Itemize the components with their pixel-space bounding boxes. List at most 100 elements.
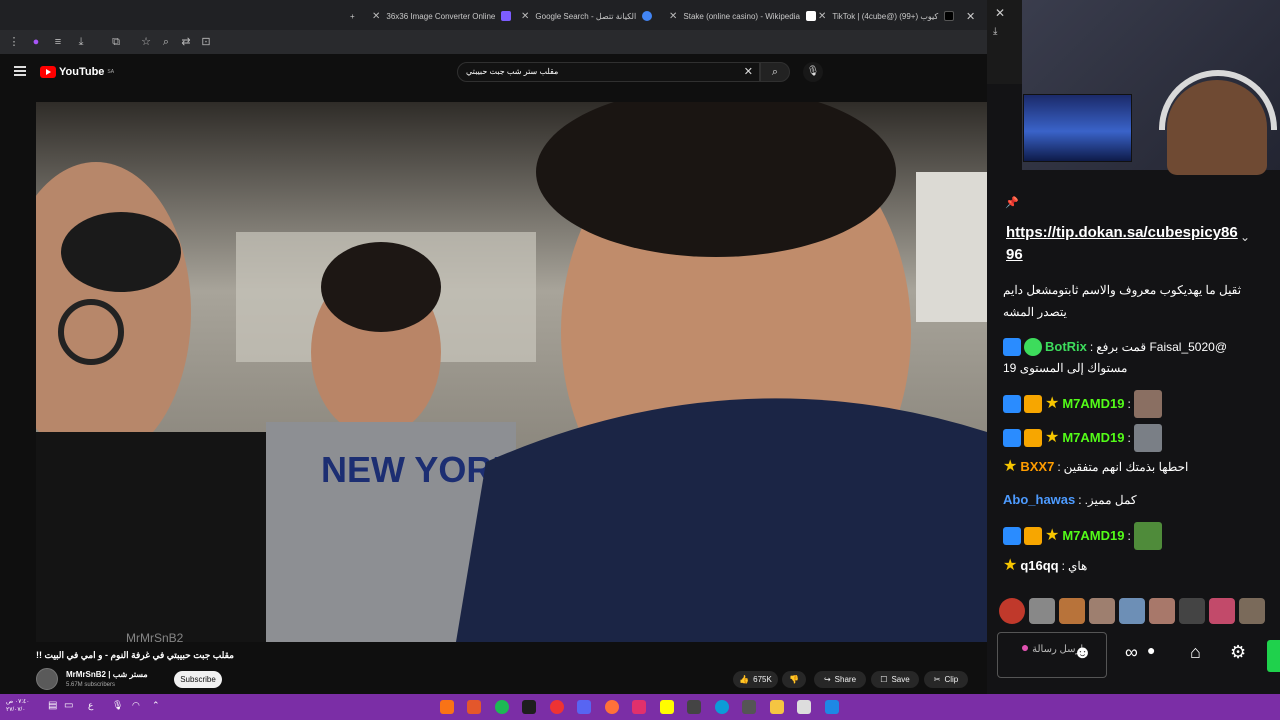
tab-image-converter[interactable]: ✕ 36x36 Image Converter Online bbox=[372, 8, 512, 24]
extension-icon[interactable]: ● bbox=[28, 34, 44, 50]
download-icon[interactable]: ⤓ bbox=[993, 26, 997, 37]
favicon-icon bbox=[501, 11, 512, 21]
video-player[interactable]: NEW YORK MrMrSnB2 bbox=[36, 102, 987, 642]
file-explorer-icon[interactable] bbox=[770, 700, 784, 714]
search-value: مقلب ستر شب جبت حبيبتي bbox=[466, 67, 559, 76]
language-icon[interactable]: ▤ bbox=[48, 700, 62, 714]
search-input[interactable]: مقلب ستر شب جبت حبيبتي ✕ bbox=[457, 62, 760, 82]
close-icon[interactable]: ✕ bbox=[995, 6, 1005, 20]
app-icon[interactable] bbox=[797, 700, 811, 714]
app-icon[interactable] bbox=[467, 700, 481, 714]
clock-time: ٠٧:٤٠ ص bbox=[6, 699, 30, 705]
avatar[interactable] bbox=[1149, 598, 1175, 624]
avatar[interactable] bbox=[1179, 598, 1205, 624]
chat-username[interactable]: BXX7 bbox=[1020, 456, 1054, 478]
instagram-icon[interactable] bbox=[632, 700, 646, 714]
microphone-icon: 🎙 bbox=[806, 66, 820, 77]
app-icon[interactable] bbox=[742, 700, 756, 714]
avatar[interactable] bbox=[999, 598, 1025, 624]
menu-icon[interactable] bbox=[14, 66, 26, 76]
star-icon: ★ bbox=[1045, 527, 1060, 544]
edge-icon[interactable] bbox=[715, 700, 729, 714]
chat-message: BotRix: @Faisal_5020 قمت برفع bbox=[1003, 336, 1227, 358]
terminal-icon[interactable] bbox=[522, 700, 536, 714]
chevron-up-icon[interactable]: ⌃ bbox=[152, 700, 166, 714]
new-tab-button[interactable]: + bbox=[350, 8, 355, 24]
download-icon[interactable]: ⤓ bbox=[73, 34, 89, 50]
bookmark-star-icon[interactable]: ☆ bbox=[138, 34, 154, 50]
app-icon[interactable] bbox=[550, 700, 564, 714]
chat-username[interactable]: Abo_hawas bbox=[1003, 489, 1075, 511]
dislike-button[interactable]: 👎 bbox=[782, 671, 806, 688]
browser-toolbar: ⋮ ● ≡ ⤓ ⧉ ☆ ⌕ ⇄ ⊡ bbox=[0, 30, 1022, 54]
pinned-link[interactable]: https://tip.dokan.sa/cubespicy8696 bbox=[1006, 222, 1246, 266]
display-icon[interactable]: ▭ bbox=[64, 700, 78, 714]
avatar[interactable] bbox=[1119, 598, 1145, 624]
translate-icon[interactable]: ⇄ bbox=[178, 34, 194, 50]
chat-partial-line: يتصدر المشه bbox=[1003, 305, 1067, 319]
settings-gear-icon[interactable]: ⚙ bbox=[1230, 642, 1246, 663]
avatar[interactable] bbox=[1089, 598, 1115, 624]
keyboard-lang-icon[interactable]: ع bbox=[88, 700, 102, 714]
tune-icon[interactable]: ≡ bbox=[50, 34, 66, 50]
group-icon[interactable]: ● bbox=[1147, 642, 1155, 658]
youtube-logo[interactable]: YouTube SA bbox=[40, 66, 114, 78]
store-icon[interactable]: ⌂ bbox=[1190, 642, 1201, 663]
windows-start-icon[interactable] bbox=[825, 700, 839, 714]
zoom-icon[interactable]: ⌕ bbox=[158, 34, 174, 50]
save-button[interactable]: ☐ Save bbox=[871, 671, 919, 688]
chat-username[interactable]: M7AMD19 bbox=[1062, 525, 1124, 547]
send-button[interactable] bbox=[1267, 640, 1280, 672]
chat-username[interactable]: q16qq bbox=[1020, 555, 1058, 577]
tab-title: Stake (online casino) - Wikipedia bbox=[683, 11, 800, 21]
chat-username[interactable]: BotRix bbox=[1045, 336, 1087, 358]
avatar[interactable] bbox=[1239, 598, 1265, 624]
screenshot-icon[interactable]: ⊡ bbox=[198, 34, 214, 50]
screen: { "browser": { "tabs": [ {"title": "36x3… bbox=[0, 0, 1280, 720]
subscribe-button[interactable]: Subscribe bbox=[174, 671, 222, 688]
voice-search-button[interactable]: 🎙 bbox=[803, 62, 823, 82]
wifi-icon[interactable]: ◠ bbox=[132, 700, 146, 714]
viewer-avatars bbox=[999, 598, 1269, 624]
tab-wikipedia[interactable]: ✕ Stake (online casino) - Wikipedia bbox=[669, 8, 816, 24]
app-icon[interactable] bbox=[687, 700, 701, 714]
chat-message: Abo_hawas: كمل مميز. bbox=[1003, 489, 1137, 511]
avatar[interactable] bbox=[1209, 598, 1235, 624]
avatar[interactable] bbox=[1059, 598, 1085, 624]
infinity-icon[interactable]: ∞ bbox=[1125, 642, 1138, 663]
clear-search-icon[interactable]: ✕ bbox=[744, 63, 753, 81]
channel-name[interactable]: MrMrSnB2 | مستر شب bbox=[66, 670, 148, 679]
chat-text: كمل مميز. bbox=[1084, 493, 1137, 507]
like-button[interactable]: 👍 675K bbox=[733, 671, 778, 688]
search-button[interactable]: ⌕ bbox=[760, 62, 790, 82]
close-tab-icon[interactable]: ✕ bbox=[669, 11, 677, 22]
close-icon[interactable]: ✕ bbox=[966, 8, 975, 24]
save-label: Save bbox=[891, 675, 910, 684]
share-button[interactable]: ↪ Share bbox=[814, 671, 866, 688]
extensions-puzzle-icon[interactable]: ⧉ bbox=[108, 34, 124, 50]
chat-username[interactable]: M7AMD19 bbox=[1062, 393, 1124, 415]
close-tab-icon[interactable]: ✕ bbox=[372, 11, 380, 22]
scissors-icon: ✂ bbox=[933, 675, 941, 684]
close-tab-icon[interactable]: ✕ bbox=[521, 11, 529, 22]
avatar[interactable] bbox=[1029, 598, 1055, 624]
emoji-icon[interactable]: ☻ bbox=[1073, 642, 1092, 663]
channel-avatar[interactable] bbox=[36, 668, 58, 690]
chevron-down-icon[interactable]: ⌄ bbox=[1240, 230, 1250, 244]
mic-icon[interactable]: 🎙 bbox=[112, 700, 126, 714]
firefox-icon[interactable] bbox=[605, 700, 619, 714]
wikipedia-favicon-icon bbox=[805, 11, 816, 21]
discord-icon[interactable] bbox=[577, 700, 591, 714]
taskbar-clock[interactable]: ٠٧:٤٠ ص ٢٧/٠٧/٠ bbox=[6, 698, 29, 714]
snapchat-icon[interactable] bbox=[660, 700, 674, 714]
app-icon[interactable] bbox=[440, 700, 454, 714]
clip-button[interactable]: ✂ Clip bbox=[924, 671, 968, 688]
chat-username[interactable]: M7AMD19 bbox=[1062, 427, 1124, 449]
tab-google-search[interactable]: ✕ Google Search - الكيانة تتصل bbox=[521, 8, 653, 24]
logo-text: YouTube bbox=[59, 66, 105, 78]
tab-tiktok[interactable]: ✕ TikTok | (4cube@) كيوب (+99) bbox=[818, 8, 955, 24]
close-tab-icon[interactable]: ✕ bbox=[818, 11, 826, 22]
spotify-icon[interactable] bbox=[495, 700, 509, 714]
menu-dots-icon[interactable]: ⋮ bbox=[6, 34, 22, 50]
search-icon: ⌕ bbox=[771, 66, 779, 78]
